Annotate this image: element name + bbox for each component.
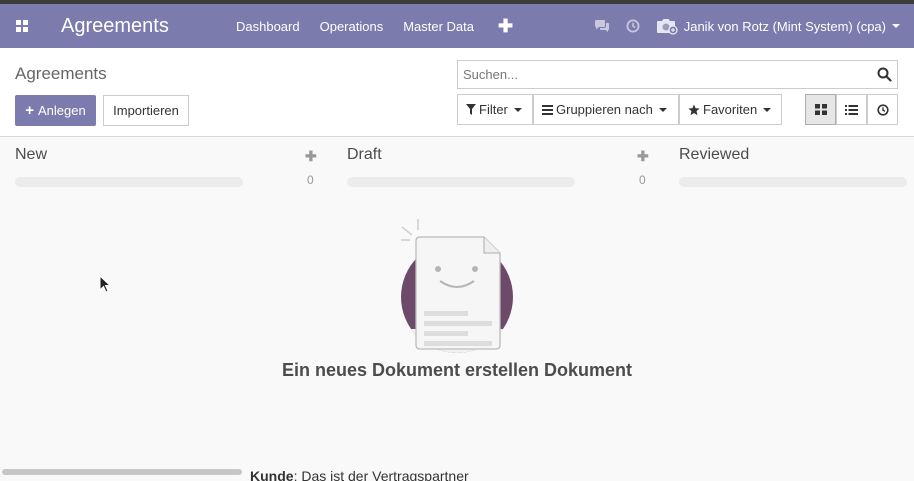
column-progress-bar (15, 177, 243, 187)
search-input[interactable] (458, 61, 871, 88)
create-label: Anlegen (38, 103, 86, 118)
mouse-pointer-icon (99, 274, 112, 296)
list-icon (845, 104, 858, 115)
chevron-down-icon (892, 24, 900, 28)
chevron-down-icon (513, 107, 522, 112)
breadcrumb-title: Agreements (15, 64, 107, 83)
column-progress-bar (679, 177, 907, 187)
list-view-button[interactable] (836, 94, 867, 125)
favorites-button[interactable]: Favoriten (679, 94, 782, 125)
apps-menu-button[interactable] (0, 4, 44, 48)
horizontal-scrollbar[interactable] (2, 469, 242, 475)
apps-grid-icon (16, 20, 28, 32)
import-button[interactable]: Importieren (103, 95, 189, 126)
user-menu[interactable]: Janik von Rotz (Mint System) (cpa) (656, 17, 900, 35)
star-icon (688, 104, 700, 115)
plus-icon: + (25, 102, 35, 119)
column-title[interactable]: New (15, 146, 47, 164)
kanban-view-button[interactable] (805, 94, 836, 125)
help-text: Kunde: Das ist der Vertragspartner (250, 468, 469, 481)
kanban-grid-icon (814, 104, 827, 115)
filter-icon (466, 104, 476, 115)
empty-document-illustration (396, 217, 520, 360)
main-navbar: Agreements Dashboard Operations Master D… (0, 4, 914, 48)
empty-state-title: Ein neues Dokument erstellen Dokument (281, 360, 633, 380)
menu-operations[interactable]: Operations (320, 19, 384, 34)
kanban-board: New ✚ 0 Draft ✚ 0 Reviewed Ein neues Dok… (0, 137, 914, 481)
user-name: Janik von Rotz (Mint System) (cpa) (683, 18, 886, 34)
group-by-label: Gruppieren nach (556, 102, 653, 117)
chat-icon[interactable] (594, 19, 610, 33)
app-brand[interactable]: Agreements (61, 15, 236, 38)
camera-avatar-icon (656, 17, 678, 35)
group-by-button[interactable]: Gruppieren nach (533, 94, 679, 125)
menu-master-data[interactable]: Master Data (403, 19, 474, 34)
chevron-down-icon (763, 107, 772, 112)
activity-view-button[interactable] (867, 94, 898, 125)
column-progress-bar (347, 177, 575, 187)
column-title[interactable]: Draft (347, 146, 382, 164)
quick-create-plus-icon[interactable]: ✚ (498, 16, 513, 37)
column-count: 0 (307, 173, 314, 187)
control-panel: Agreements + Anlegen Importieren Filter … (0, 48, 914, 137)
column-title[interactable]: Reviewed (679, 146, 749, 164)
quick-add-plus-icon[interactable]: ✚ (305, 148, 317, 165)
chevron-down-icon (658, 107, 667, 112)
favorites-label: Favoriten (703, 102, 758, 117)
create-button[interactable]: + Anlegen (15, 95, 96, 126)
filter-button[interactable]: Filter (457, 94, 533, 125)
search-icon[interactable] (871, 67, 897, 82)
column-count: 0 (639, 173, 646, 187)
menu-dashboard[interactable]: Dashboard (236, 19, 300, 34)
quick-add-plus-icon[interactable]: ✚ (637, 148, 649, 165)
clock-icon (876, 103, 889, 116)
clock-icon[interactable] (626, 19, 640, 33)
filter-label: Filter (479, 102, 508, 117)
help-text-rest: : Das ist der Vertragspartner (293, 468, 469, 481)
list-lines-icon (542, 104, 553, 115)
help-text-bold: Kunde (250, 468, 294, 481)
search-box (457, 60, 898, 89)
